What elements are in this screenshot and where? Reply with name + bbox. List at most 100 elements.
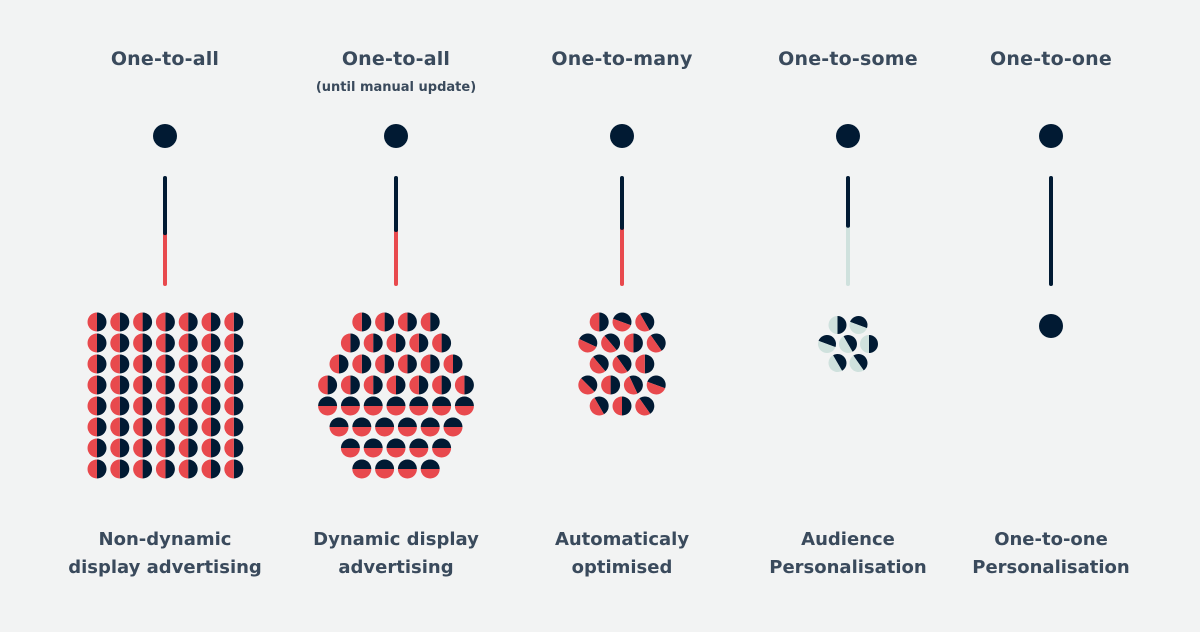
audience-dot bbox=[612, 312, 632, 332]
dot-half bbox=[165, 375, 175, 395]
dot-half bbox=[233, 354, 244, 374]
audience-dot bbox=[201, 375, 221, 395]
dot-half bbox=[155, 312, 166, 332]
dot-half bbox=[622, 396, 632, 416]
dot-half bbox=[178, 417, 189, 437]
audience-dot bbox=[397, 312, 417, 332]
dot-half bbox=[329, 354, 339, 374]
audience-dot bbox=[87, 375, 107, 395]
audience-dot bbox=[318, 375, 338, 395]
dot-half bbox=[155, 417, 166, 437]
dot-half bbox=[420, 417, 440, 427]
dot-half bbox=[211, 396, 221, 416]
dot-half bbox=[407, 354, 417, 374]
audience-dot bbox=[578, 375, 598, 395]
dot-half bbox=[327, 375, 338, 395]
audience-dot bbox=[375, 312, 395, 332]
audience-dot bbox=[623, 333, 643, 353]
dot-half bbox=[178, 438, 189, 458]
audience-dot bbox=[601, 333, 621, 353]
audience-dot bbox=[828, 316, 847, 334]
dot-half bbox=[110, 396, 120, 416]
audience-dot bbox=[454, 396, 474, 416]
audience-dot bbox=[178, 375, 198, 395]
dot-half bbox=[87, 438, 97, 458]
dot-half bbox=[233, 312, 244, 332]
dot-half bbox=[363, 448, 383, 458]
audience-dot bbox=[329, 354, 349, 374]
audience-dot bbox=[155, 417, 175, 437]
audience-dot bbox=[340, 438, 360, 458]
dot-half bbox=[420, 312, 431, 332]
dot-half bbox=[133, 417, 143, 437]
dot-half bbox=[432, 406, 452, 416]
dot-half bbox=[386, 438, 406, 448]
dot-half bbox=[142, 417, 153, 437]
dot-half bbox=[201, 396, 211, 416]
dot-half bbox=[633, 333, 643, 353]
dot-half bbox=[340, 333, 351, 353]
dot-half bbox=[133, 396, 143, 416]
dot-half bbox=[178, 312, 189, 332]
audience-dot bbox=[363, 375, 383, 395]
audience-dot bbox=[178, 396, 198, 416]
dot-half bbox=[211, 459, 221, 479]
audience-dot bbox=[201, 417, 221, 437]
dot-half bbox=[155, 396, 166, 416]
dot-half bbox=[224, 438, 234, 458]
audience-dot bbox=[612, 354, 632, 374]
dot-half bbox=[409, 406, 429, 416]
dot-half bbox=[224, 312, 234, 332]
dot-half bbox=[837, 316, 847, 334]
audience-dot bbox=[646, 333, 666, 353]
audience-dot bbox=[318, 396, 338, 416]
dot-half bbox=[373, 375, 383, 395]
audience-dot bbox=[432, 438, 452, 458]
dot-half bbox=[119, 354, 130, 374]
audience-dot bbox=[110, 396, 130, 416]
dot-half bbox=[432, 448, 452, 458]
audience-dot bbox=[363, 396, 383, 416]
audience-dot bbox=[397, 417, 417, 437]
audience-dot bbox=[397, 354, 417, 374]
dot-half bbox=[397, 469, 417, 479]
dot-half bbox=[418, 333, 429, 353]
audience-dot bbox=[110, 417, 130, 437]
dot-half bbox=[397, 312, 408, 332]
audience-dot bbox=[224, 396, 244, 416]
dot-half bbox=[363, 333, 374, 353]
source-dot bbox=[1039, 124, 1063, 148]
dot-half bbox=[224, 417, 234, 437]
dot-half bbox=[610, 375, 621, 395]
dot-half bbox=[142, 333, 153, 353]
audience-dot bbox=[87, 354, 107, 374]
dot-half bbox=[453, 354, 463, 374]
dot-half bbox=[178, 459, 189, 479]
audience-dot bbox=[363, 333, 383, 353]
audience-dot bbox=[155, 312, 175, 332]
audience-dot bbox=[386, 333, 406, 353]
audience-dot bbox=[133, 354, 153, 374]
source-dot bbox=[610, 124, 634, 148]
audience-dot bbox=[155, 396, 175, 416]
dot-half bbox=[165, 438, 175, 458]
dot-half bbox=[188, 396, 198, 416]
audience-dot bbox=[432, 396, 452, 416]
dot-half bbox=[233, 459, 244, 479]
audience-dot bbox=[224, 375, 244, 395]
dot-half bbox=[454, 375, 465, 395]
dot-half bbox=[318, 396, 338, 406]
audience-dot bbox=[375, 354, 395, 374]
dot-half bbox=[233, 438, 244, 458]
dot-half bbox=[188, 375, 198, 395]
dot-half bbox=[340, 396, 360, 406]
dot-half bbox=[97, 333, 107, 353]
dot-half bbox=[119, 459, 130, 479]
dot-half bbox=[87, 354, 97, 374]
dot-half bbox=[224, 375, 234, 395]
audience-dot bbox=[352, 417, 372, 437]
audience-dot bbox=[454, 375, 474, 395]
dot-half bbox=[142, 375, 153, 395]
dot-half bbox=[373, 333, 383, 353]
dot-half bbox=[87, 333, 97, 353]
